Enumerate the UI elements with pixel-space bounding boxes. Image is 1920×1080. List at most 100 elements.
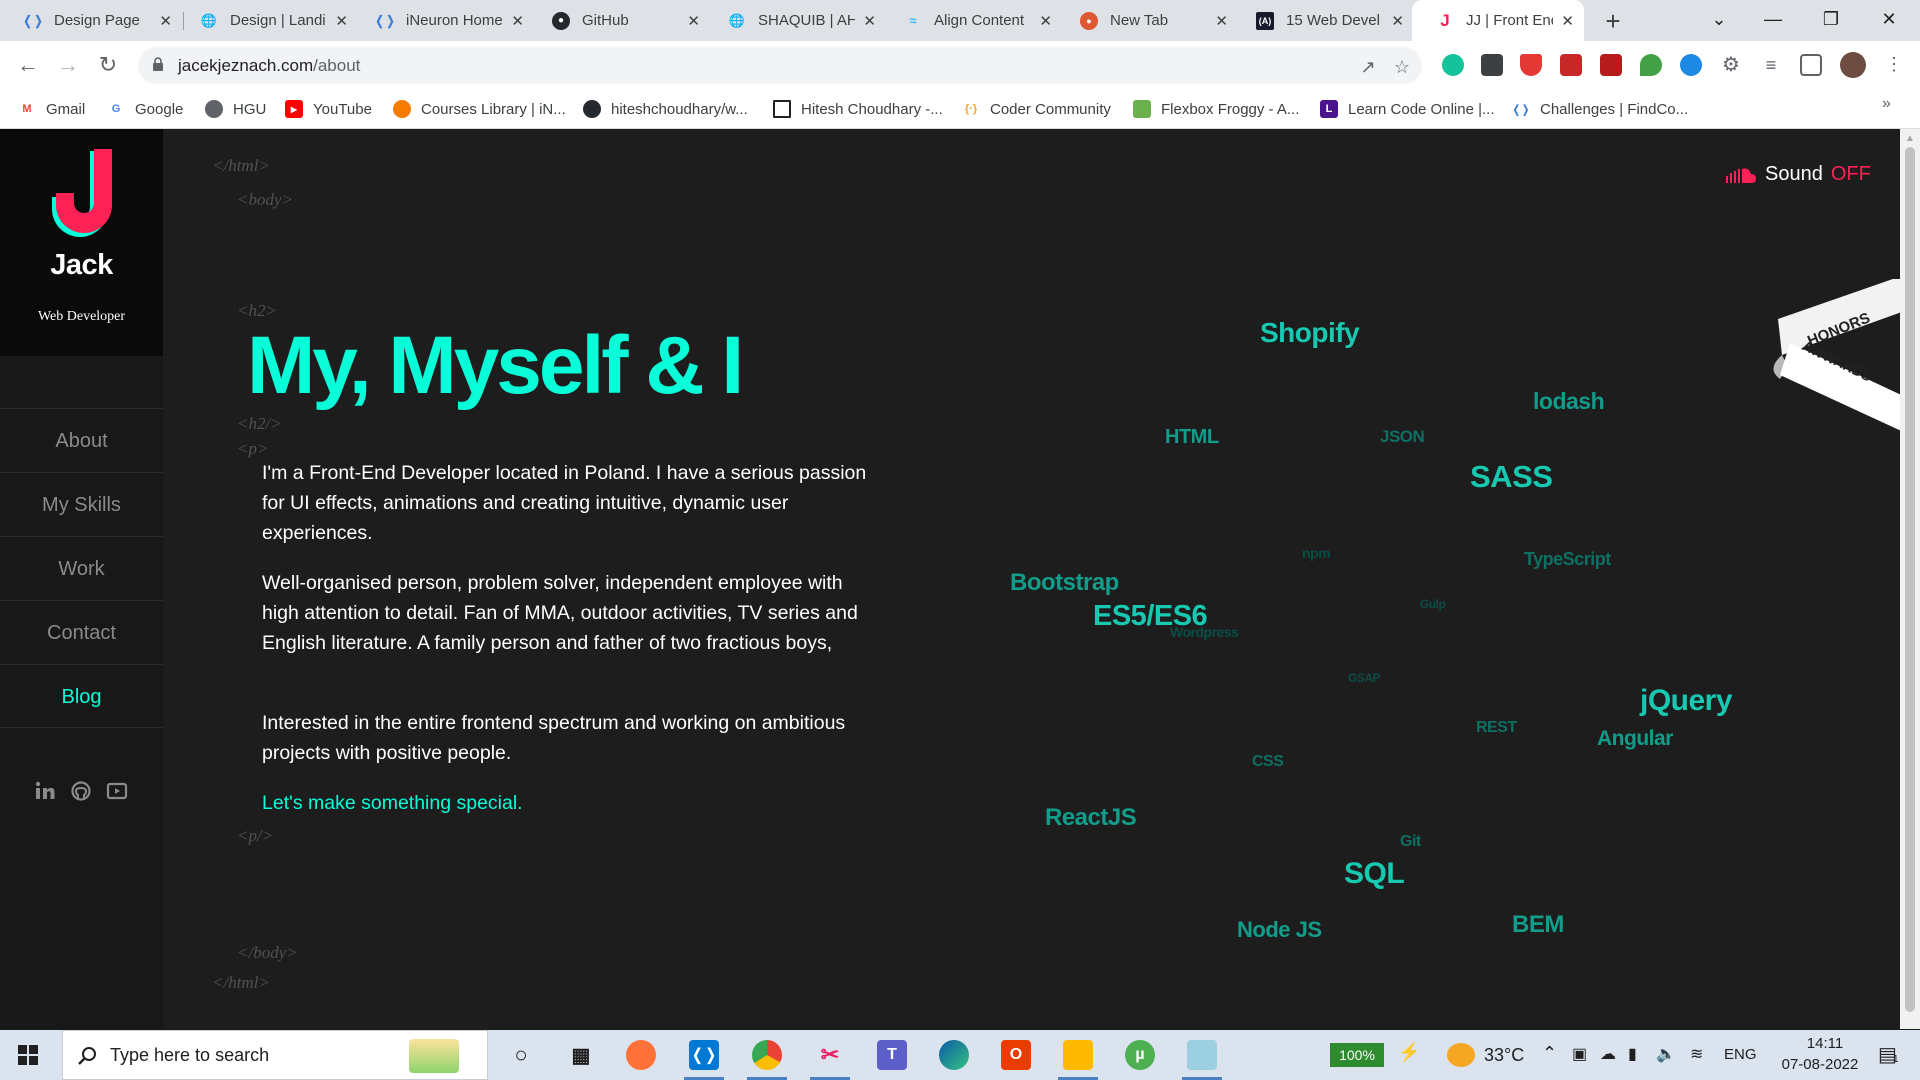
close-icon[interactable]: ✕ <box>687 12 700 30</box>
restore-button[interactable]: ❐ <box>1802 0 1860 41</box>
back-button[interactable]: ← <box>14 51 42 79</box>
tab-new-tab[interactable]: ● New Tab ✕ <box>1056 0 1238 41</box>
tab-align-content[interactable]: ≈ Align Content ✕ <box>880 0 1062 41</box>
download-extension-icon[interactable] <box>1680 54 1702 76</box>
reload-button[interactable]: ↻ <box>94 51 122 79</box>
page-icon <box>773 100 791 118</box>
search-highlight-icon <box>409 1039 459 1073</box>
tab-design-page[interactable]: ❬❭ Design Page ✕ <box>0 0 182 41</box>
file-explorer-icon[interactable] <box>1063 1040 1093 1070</box>
temperature[interactable]: 33°C <box>1484 1045 1524 1066</box>
tab-shaquib[interactable]: 🌐 SHAQUIB | AH ✕ <box>704 0 886 41</box>
extensions-puzzle-icon[interactable]: ⚙ <box>1720 54 1742 76</box>
vscode-icon[interactable]: ❬❭ <box>689 1040 719 1070</box>
grammarly-extension-icon[interactable] <box>1442 54 1464 76</box>
bookmark-hiteshchoudhary-repo[interactable]: hiteshchoudhary/w... <box>583 98 748 120</box>
browser-toolbar: ← → ↻ jacekjeznach.com/about ↗ ☆ ⚙ ≡ ⋮ <box>0 41 1920 89</box>
shield-extension-icon[interactable] <box>1560 54 1582 76</box>
bookmark-google[interactable]: G Google <box>107 98 183 120</box>
globe-icon <box>205 100 223 118</box>
scroll-thumb[interactable] <box>1905 147 1915 1012</box>
wifi-icon[interactable]: ≋ <box>1690 1044 1703 1064</box>
language-indicator[interactable]: ENG <box>1724 1046 1757 1063</box>
skill-word: SQL <box>1344 857 1405 890</box>
tab-ineuron-home[interactable]: ❬❭ iNeuron Home ✕ <box>352 0 534 41</box>
notification-count: 1 <box>1893 1054 1899 1065</box>
close-icon[interactable]: ✕ <box>1391 12 1404 30</box>
bookmark-flexbox-froggy[interactable]: Flexbox Froggy - A... <box>1133 98 1299 120</box>
utorrent-icon[interactable]: µ <box>1125 1040 1155 1070</box>
bookmark-hitesh-choudhary[interactable]: Hitesh Choudhary -... <box>773 98 943 120</box>
close-icon[interactable]: ✕ <box>1561 12 1574 30</box>
bookmark-learn-code-online[interactable]: L Learn Code Online |... <box>1320 98 1494 120</box>
battery-indicator[interactable]: 100% <box>1330 1043 1384 1067</box>
firefox-icon[interactable] <box>626 1040 656 1070</box>
close-icon[interactable]: ✕ <box>511 12 524 30</box>
side-panel-icon[interactable] <box>1800 54 1822 76</box>
new-tab-button[interactable]: + <box>1598 6 1628 37</box>
battery-tray-icon[interactable]: ▮ <box>1628 1044 1637 1064</box>
tab-design-landing[interactable]: 🌐 Design | Landi ✕ <box>176 0 358 41</box>
tab-github[interactable]: ● GitHub ✕ <box>528 0 710 41</box>
awwards-ribbon[interactable]: HONORS AWWARDS <box>1770 279 1900 439</box>
close-icon[interactable]: ✕ <box>1039 12 1052 30</box>
clock-date[interactable]: 07-08-2022 <box>1770 1056 1870 1073</box>
close-icon[interactable]: ✕ <box>159 12 172 30</box>
address-bar[interactable]: jacekjeznach.com/about ↗ ☆ <box>138 47 1422 84</box>
close-icon[interactable]: ✕ <box>1215 12 1228 30</box>
bookmark-challenges-findco[interactable]: ❬❭ Challenges | FindCo... <box>1512 98 1688 120</box>
reading-list-icon[interactable]: ≡ <box>1760 54 1782 76</box>
skill-word: BEM <box>1512 911 1564 938</box>
search-placeholder: Type here to search <box>110 1045 270 1065</box>
share-icon[interactable]: ↗ <box>1358 57 1378 77</box>
skill-word: TypeScript <box>1524 549 1611 569</box>
bookmark-youtube[interactable]: ▶ YouTube <box>285 98 372 120</box>
teams-icon[interactable]: T <box>877 1040 907 1070</box>
ineuron-icon <box>393 100 411 118</box>
bookmark-star-icon[interactable]: ☆ <box>1392 57 1412 77</box>
codrops-icon: (A) <box>1256 11 1274 30</box>
minimize-button[interactable]: — <box>1744 0 1802 41</box>
weather-icon[interactable] <box>1447 1043 1475 1067</box>
bookmark-gmail[interactable]: M Gmail <box>18 98 85 120</box>
tray-chevron-icon[interactable]: ⌃ <box>1542 1043 1557 1064</box>
snip-sketch-icon[interactable]: ✂ <box>815 1040 845 1070</box>
off-extension-icon[interactable] <box>1600 54 1622 76</box>
taskbar-search[interactable]: Type here to search <box>62 1030 488 1080</box>
task-view-icon[interactable]: ▦ <box>566 1040 596 1070</box>
power-plug-icon: ⚡ <box>1398 1042 1421 1062</box>
volume-icon[interactable]: 🔈 <box>1656 1044 1676 1064</box>
skill-word: REST <box>1476 719 1517 736</box>
bookmark-coder-community[interactable]: {·} Coder Community <box>962 98 1111 120</box>
office-icon[interactable]: O <box>1001 1040 1031 1070</box>
notes-app-icon[interactable] <box>1187 1040 1217 1070</box>
page-scrollbar[interactable]: ▲ <box>1900 129 1920 1029</box>
skill-word: CSS <box>1252 753 1284 770</box>
tab-jj-front-end[interactable]: J JJ | Front End ✕ <box>1412 0 1584 41</box>
vscode-dev-icon: ❬❭ <box>1512 100 1530 118</box>
bookmark-hgu[interactable]: HGU <box>205 98 266 120</box>
chrome-menu-icon[interactable]: ⋮ <box>1884 54 1904 74</box>
onedrive-icon[interactable]: ☁ <box>1600 1044 1616 1064</box>
windows-start-icon[interactable] <box>18 1045 38 1065</box>
bookmark-courses-library[interactable]: Courses Library | iN... <box>393 98 566 120</box>
tab-search-icon[interactable]: ⌄ <box>1690 0 1748 41</box>
close-window-button[interactable]: ✕ <box>1860 0 1918 41</box>
bookmarks-overflow-icon[interactable]: » <box>1882 95 1891 113</box>
scroll-up-icon[interactable]: ▲ <box>1904 133 1916 145</box>
profile-avatar[interactable] <box>1840 52 1866 78</box>
device-icon[interactable]: ▣ <box>1572 1044 1587 1064</box>
skill-word: GSAP <box>1348 671 1381 685</box>
chrome-icon[interactable] <box>752 1040 782 1070</box>
close-icon[interactable]: ✕ <box>863 12 876 30</box>
location-extension-icon[interactable] <box>1640 54 1662 76</box>
extension-icon[interactable] <box>1481 54 1503 76</box>
gmail-icon: M <box>18 100 36 118</box>
close-icon[interactable]: ✕ <box>335 12 348 30</box>
edge-icon[interactable] <box>939 1040 969 1070</box>
cortana-icon[interactable]: ○ <box>506 1040 536 1070</box>
pocket-extension-icon[interactable] <box>1520 54 1542 76</box>
tab-15-web-devel[interactable]: (A) 15 Web Devel ✕ <box>1232 0 1414 41</box>
clock-time[interactable]: 14:11 <box>1790 1035 1860 1052</box>
forward-button[interactable]: → <box>54 51 82 79</box>
